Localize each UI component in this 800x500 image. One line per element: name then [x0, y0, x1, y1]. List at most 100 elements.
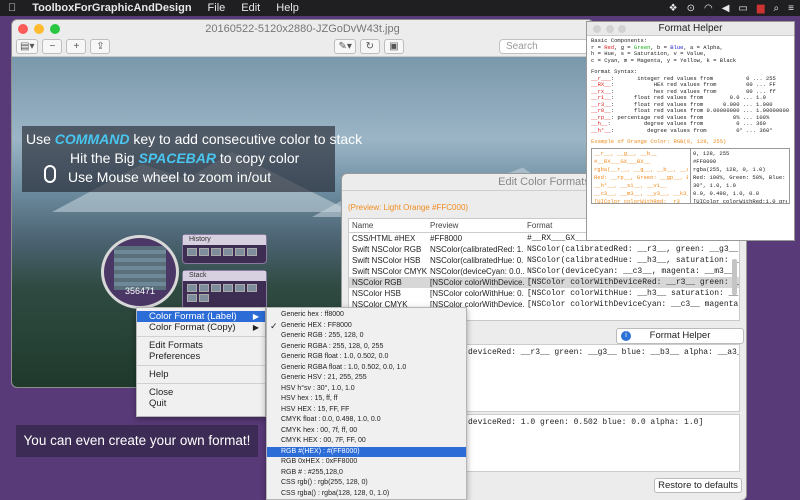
table-scrollbar[interactable] [732, 259, 737, 295]
table-row[interactable]: NSColor RGB [NSColor colorWithDevice... [N… [349, 277, 739, 288]
example-line: rgba(255, 128, 0, 1.0) [693, 166, 766, 173]
swatch[interactable] [235, 248, 245, 256]
submenu-item[interactable]: CSS rgba() : rgba(128, 128, 0, 1.0) [267, 489, 466, 500]
basic-line-3: c = Cyan, m = Magenta, y = Yellow, k = B… [591, 56, 737, 64]
submenu-item[interactable]: HSV hex : 15, ff, ff [267, 394, 466, 405]
example-line: 0.0, 0.498, 1.0, 0.0 [693, 190, 760, 197]
swatch[interactable] [211, 284, 221, 292]
submenu-item[interactable]: CMYK float : 0.0, 0.498, 1.0, 0.0 [267, 415, 466, 426]
stack-panel: Stack [182, 270, 267, 310]
table-row[interactable]: Swift NSColor CMYK NSColor(deviceCyan: 0.… [349, 266, 739, 277]
submenu-item[interactable]: Generic RGB float : 1.0, 0.502, 0.0 [267, 352, 466, 363]
submenu-item-label: Generic HEX : FF8000 [281, 321, 352, 329]
apple-menu-icon[interactable]:  [0, 2, 24, 14]
swatch[interactable] [247, 248, 257, 256]
example-results: 0, 128, 255 #FF8000 rgba(255, 128, 0, 1.0)… [690, 148, 789, 203]
submenu-item[interactable]: Generic RGBA : 255, 128, 0, 255 [267, 342, 466, 353]
table-row[interactable]: Swift NSColor RGB NSColor(calibratedRed: … [349, 244, 739, 255]
app-menu[interactable]: ToolboxForGraphicAndDesign [24, 2, 199, 14]
menu-item-color-format-copy[interactable]: Color Format (Copy) ▶ [137, 322, 265, 333]
cell-format: [NSColor colorWithDeviceCyan: __c3__ mag… [527, 300, 739, 309]
example-line: rgba(__r__, __g__, __b__, __a1__) [594, 166, 688, 173]
edit-menu[interactable]: Edit [233, 2, 268, 14]
submenu-item[interactable]: Generic RGB : 255, 128, 0 [267, 331, 466, 342]
submenu-item[interactable]: CMYK hex : 00, 7f, ff, 00 [267, 426, 466, 437]
cell-name: Swift NSColor RGB [352, 245, 422, 254]
swatch[interactable] [199, 284, 209, 292]
swatch[interactable] [187, 248, 197, 256]
menu-item-quit[interactable]: Quit [137, 398, 265, 409]
swatch[interactable] [211, 248, 221, 256]
basic-components: Basic Components: r = Red, g = Green, b … [591, 37, 790, 64]
example-line: __r__, __g__, __b__ [594, 150, 657, 157]
submenu-item[interactable]: RGB # : #255,128,0 [267, 468, 466, 479]
list-icon[interactable]: ≡ [788, 3, 794, 14]
battery-icon[interactable]: ▭ [738, 3, 747, 14]
spotlight-icon[interactable]: ⊙ [687, 3, 695, 14]
menu-item-edit-formats[interactable]: Edit Formats [137, 340, 265, 351]
submenu-item[interactable]: RGB #(HEX) : #(FF8000) [267, 446, 466, 457]
menu-item-help[interactable]: Help [137, 369, 265, 380]
dropbox-icon[interactable]: ❖ [669, 3, 678, 14]
submenu-item[interactable]: HSV h°sv : 30°, 1.0, 1.0 [267, 384, 466, 395]
swatch[interactable] [247, 284, 257, 292]
format-helper-body: Basic Components: r = Red, g = Green, b … [587, 36, 794, 206]
volume-icon[interactable]: ◀ [722, 3, 730, 14]
submenu-item[interactable]: RGB 0xHEX : 0xFF8000 [267, 457, 466, 468]
help-menu[interactable]: Help [268, 2, 307, 14]
example-line: #FF8000 [693, 158, 717, 165]
share-icon[interactable]: ⇪ [90, 39, 111, 54]
cell-preview: NSColor(calibratedHue: 0... [430, 256, 524, 265]
table-row[interactable]: Swift NSColor HSB NSColor(calibratedHue: … [349, 255, 739, 266]
column-header-preview[interactable]: Preview [427, 219, 524, 232]
menu-item-close[interactable]: Close [137, 387, 265, 398]
flag-icon[interactable]: ▆ [757, 3, 765, 14]
submenu-items: Generic hex : ff8000 ✓ Generic HEX : FF800… [267, 310, 466, 500]
cell-format: NSColor(calibratedHue: __h3__, saturatio… [527, 256, 739, 265]
submenu-item-label: Generic HSV : 21, 255, 255 [281, 374, 367, 381]
swatch[interactable] [199, 294, 209, 302]
submenu-item[interactable]: ✓ Generic HEX : FF8000 [267, 321, 466, 332]
example-line: __c3__, __m3__, __y3__, __k3__ [594, 190, 688, 197]
format-code-editor[interactable]: deviceRed: __r3__ green: __g3__ blue: __… [464, 344, 740, 412]
rotate-icon[interactable]: ↻ [359, 39, 380, 54]
hint-text: key to add consecutive color to stack [129, 131, 363, 147]
menu-item-color-format-label[interactable]: Color Format (Label) ▶ [137, 311, 265, 322]
swatch[interactable] [223, 248, 233, 256]
zoom-out-icon[interactable]: − [42, 39, 63, 54]
example-line: Red: __rp__, Green: __gp__, Blue: __bp__ [594, 174, 688, 181]
submenu-item-label: HSV HEX : 15, FF, FF [281, 405, 350, 413]
hint-text: Use [26, 131, 55, 147]
swatch[interactable] [187, 284, 197, 292]
restore-defaults-button[interactable]: Restore to defaults [654, 478, 742, 493]
example-line: 0, 128, 255 [693, 150, 730, 157]
swatch[interactable] [187, 294, 197, 302]
submenu-item[interactable]: Generic hex : ff8000 [267, 310, 466, 321]
column-header-name[interactable]: Name [349, 219, 427, 232]
submenu-item[interactable]: CMYK HEX : 00, 7F, FF, 00 [267, 436, 466, 447]
submenu-item[interactable]: HSV HEX : 15, FF, FF [267, 405, 466, 416]
swatch[interactable] [199, 248, 209, 256]
format-helper-window: Format Helper Basic Components: r = Red,… [587, 22, 794, 240]
swatch[interactable] [235, 284, 245, 292]
swatch[interactable] [223, 284, 233, 292]
search-input[interactable]: Search [499, 39, 589, 54]
markup-pen-icon[interactable]: ✎▾ [334, 39, 356, 54]
magnifier-loupe[interactable]: 356471 [101, 235, 179, 309]
file-menu[interactable]: File [200, 2, 234, 14]
preview-toolbar: ▤▾ − + ⇪ ✎▾ ↻ ▣ Search [12, 37, 593, 57]
toolbox-icon[interactable]: ▣ [383, 39, 404, 54]
menu-item-preferences[interactable]: Preferences [137, 351, 265, 362]
submenu-item-label: CMYK hex : 00, 7f, ff, 00 [281, 426, 358, 434]
sidebar-toggle-icon[interactable]: ▤▾ [16, 39, 39, 54]
submenu-item[interactable]: Generic RGBA float : 1.0, 0.502, 0.0, 1.… [267, 363, 466, 374]
submenu-item[interactable]: Generic HSV : 21, 255, 255 [267, 373, 466, 384]
table-row[interactable]: NSColor HSB [NSColor colorWithHue: 0... [N… [349, 288, 739, 299]
format-helper-button[interactable]: i Format Helper [616, 328, 744, 344]
format-output-view[interactable]: deviceRed: 1.0 green: 0.502 blue: 0.0 al… [464, 414, 740, 472]
submenu-item[interactable]: CSS rgb() : rgb(255, 128, 0) [267, 478, 466, 489]
submenu-item-label: Generic hex : ff8000 [281, 311, 344, 318]
zoom-in-icon[interactable]: + [66, 39, 87, 54]
wifi-icon[interactable]: ◠ [704, 3, 713, 14]
search-icon[interactable]: ⌕ [774, 3, 780, 14]
